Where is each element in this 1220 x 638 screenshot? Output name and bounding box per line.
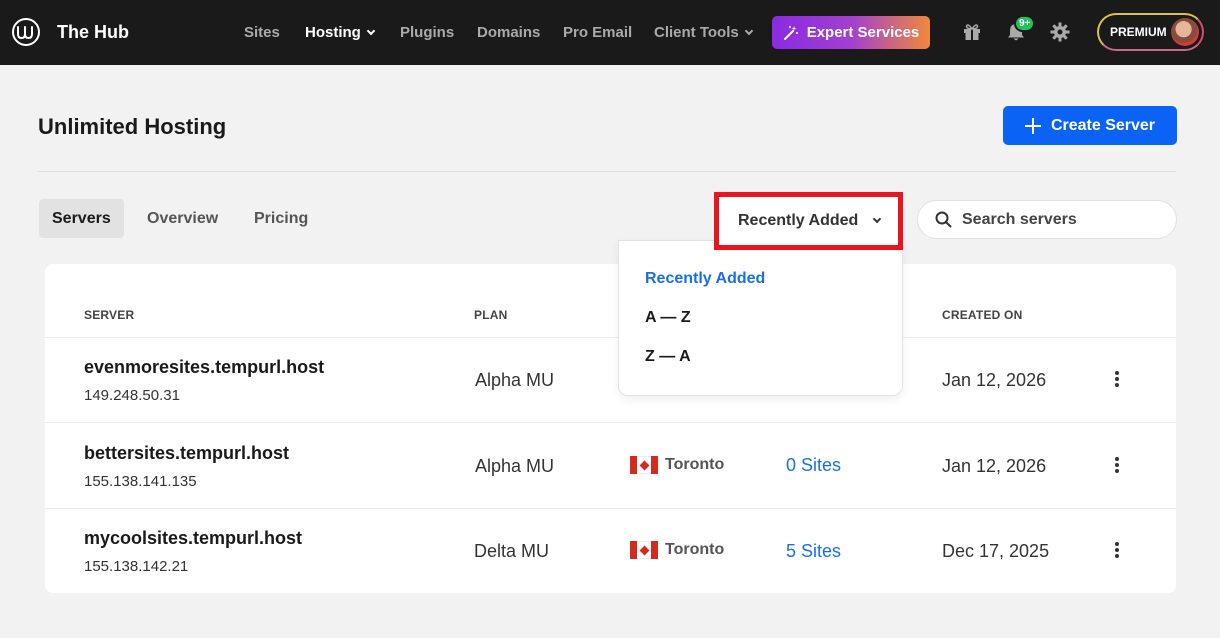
hub-logo-icon[interactable] [12, 18, 40, 46]
nav-domains[interactable]: Domains [477, 24, 540, 41]
canada-flag-icon [630, 541, 658, 559]
tab-servers[interactable]: Servers [39, 199, 124, 238]
server-name[interactable]: mycoolsites.tempurl.host [84, 528, 302, 549]
column-header-server: SERVER [84, 308, 135, 322]
sort-option-recently-added[interactable]: Recently Added [645, 270, 765, 288]
row-actions-menu-icon[interactable] [1112, 540, 1122, 560]
nav-sites[interactable]: Sites [244, 24, 280, 41]
search-field[interactable] [917, 200, 1177, 239]
sort-select[interactable]: Recently Added [714, 192, 903, 250]
nav-hosting[interactable]: Hosting [305, 24, 376, 41]
tab-overview[interactable]: Overview [134, 199, 231, 238]
top-nav: The Hub Sites Hosting Plugins Domains Pr… [0, 0, 1220, 65]
server-sites-link[interactable]: 5 Sites [786, 541, 841, 562]
column-header-plan: PLAN [474, 308, 508, 322]
plus-icon [1024, 117, 1041, 134]
app-name[interactable]: The Hub [57, 22, 129, 43]
row-divider [45, 337, 1176, 338]
server-created-on: Dec 17, 2025 [942, 541, 1050, 561]
server-name[interactable]: evenmoresites.tempurl.host [84, 357, 324, 378]
search-icon [935, 211, 952, 228]
nav-pro-email[interactable]: Pro Email [563, 24, 632, 41]
server-ip: 155.138.142.21 [84, 558, 189, 575]
chevron-down-icon [744, 26, 753, 36]
server-sites-link[interactable]: 0 Sites [786, 455, 841, 476]
header-divider [38, 171, 1176, 172]
server-ip: 149.248.50.31 [84, 387, 180, 404]
server-ip: 155.138.141.135 [84, 473, 197, 490]
canada-flag-icon [630, 456, 658, 474]
sort-option-z-a[interactable]: Z — A [645, 348, 691, 366]
row-actions-menu-icon[interactable] [1112, 455, 1122, 475]
tab-pricing[interactable]: Pricing [241, 199, 321, 238]
nav-client-tools[interactable]: Client Tools [654, 24, 753, 41]
row-divider [45, 508, 1176, 509]
server-name[interactable]: bettersites.tempurl.host [84, 443, 289, 464]
expert-services-button[interactable]: Expert Services [772, 16, 930, 49]
search-input[interactable] [962, 210, 1162, 229]
sort-dropdown-menu: Recently Added A — Z Z — A [618, 240, 903, 396]
server-plan: Alpha MU [475, 370, 555, 390]
server-created-on: Jan 12, 2026 [942, 456, 1047, 476]
server-location: Toronto [630, 456, 724, 474]
notifications-badge: 9+ [1014, 15, 1036, 32]
avatar [1171, 18, 1199, 46]
chevron-down-icon [366, 26, 376, 36]
server-location: Toronto [630, 541, 724, 559]
server-plan: Alpha MU [475, 456, 555, 476]
sort-selected-value: Recently Added [738, 212, 859, 229]
magic-wand-icon [783, 25, 798, 40]
row-actions-menu-icon[interactable] [1112, 369, 1122, 389]
create-server-button[interactable]: Create Server [1003, 106, 1177, 145]
server-plan: Delta MU [474, 541, 550, 561]
chevron-down-icon [872, 214, 882, 224]
premium-account-button[interactable]: PREMIUM [1097, 13, 1204, 51]
server-created-on: Jan 12, 2026 [942, 370, 1047, 390]
nav-plugins[interactable]: Plugins [400, 24, 454, 41]
page-title: Unlimited Hosting [38, 114, 227, 139]
column-header-created: CREATED ON [942, 308, 1023, 322]
plan-label: PREMIUM [1110, 25, 1167, 39]
row-divider [45, 422, 1176, 423]
gift-icon[interactable] [960, 20, 984, 44]
sort-option-a-z[interactable]: A — Z [645, 309, 691, 327]
gear-icon[interactable] [1048, 20, 1072, 44]
